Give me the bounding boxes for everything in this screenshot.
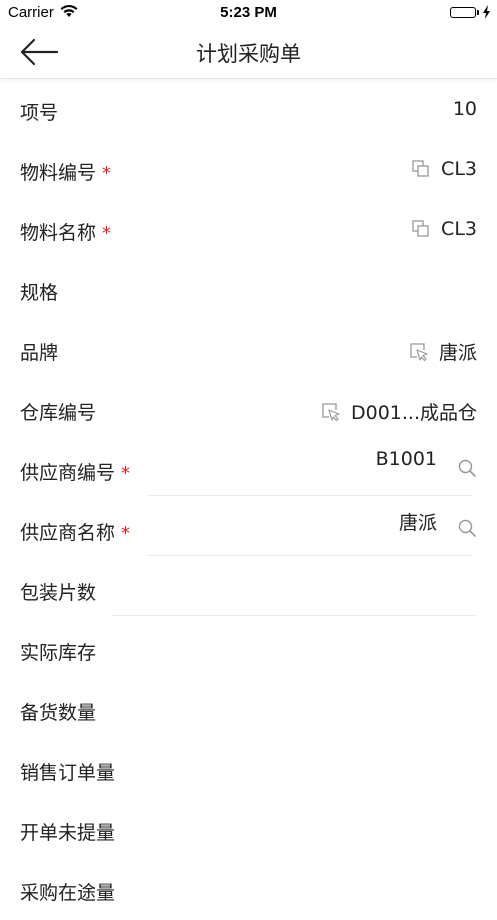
field-label: 供应商编号 * bbox=[20, 462, 131, 484]
input-underline bbox=[147, 495, 472, 496]
page-title: 计划采购单 bbox=[196, 42, 301, 66]
form-row-supplier-code: 供应商编号 * B1001 bbox=[0, 440, 497, 500]
form-row-warehouse-code[interactable]: 仓库编号 D001...成品仓 bbox=[0, 380, 497, 440]
field-label: 物料名称 * bbox=[20, 222, 112, 244]
field-label: 实际库存 bbox=[20, 642, 97, 664]
status-time: 5:23 PM bbox=[220, 4, 277, 21]
brand-selector[interactable]: 唐派 bbox=[409, 338, 477, 365]
warehouse-selector[interactable]: D001...成品仓 bbox=[321, 398, 477, 425]
required-mark: * bbox=[102, 163, 112, 184]
search-icon[interactable] bbox=[457, 518, 477, 538]
form-row-actual-stock: 实际库存 bbox=[0, 620, 497, 680]
form-row-pieces-per-pack: 包装片数 bbox=[0, 560, 497, 620]
field-label: 项号物料编号* bbox=[20, 162, 112, 184]
field-label: 项号 bbox=[20, 102, 59, 124]
pieces-per-pack-input[interactable] bbox=[112, 615, 477, 616]
status-bar: Carrier 5:23 PM bbox=[0, 0, 497, 26]
material-code-value[interactable]: CL3 bbox=[411, 158, 477, 180]
navigation-bar: 计划采购单 bbox=[0, 26, 497, 79]
required-mark: * bbox=[121, 463, 131, 484]
form-row-sales-order-qty: 销售订单量 bbox=[0, 740, 497, 800]
select-pointer-icon bbox=[409, 342, 429, 362]
material-name-value[interactable]: CL3 bbox=[411, 218, 477, 240]
form-row-item-number: 项号 10 bbox=[0, 80, 497, 140]
input-underline bbox=[147, 555, 472, 556]
field-label: 开单未提量 bbox=[20, 822, 116, 844]
form-row-unpicked-qty: 开单未提量 bbox=[0, 800, 497, 860]
item-number-value: 10 bbox=[452, 98, 477, 120]
form-row-purchase-in-transit: 采购在途量 bbox=[0, 860, 497, 920]
form-row-supplier-name: 供应商名称 * 唐派 bbox=[0, 500, 497, 560]
form-row-brand[interactable]: 品牌 唐派 bbox=[0, 320, 497, 380]
field-label: 采购在途量 bbox=[20, 882, 116, 904]
copy-icon[interactable] bbox=[411, 159, 431, 179]
field-label: 销售订单量 bbox=[20, 762, 116, 784]
supplier-code-input[interactable]: B1001 bbox=[376, 448, 437, 470]
field-label: 备货数量 bbox=[20, 702, 97, 724]
supplier-name-input[interactable]: 唐派 bbox=[399, 508, 437, 535]
form-row-stock-quantity: 备货数量 bbox=[0, 680, 497, 740]
field-label: 规格 bbox=[20, 282, 59, 304]
battery-icon bbox=[450, 5, 491, 19]
field-label: 品牌 bbox=[20, 342, 59, 364]
charging-icon bbox=[483, 5, 490, 19]
form-row-material-code[interactable]: 项号物料编号* CL3 bbox=[0, 140, 497, 200]
copy-icon[interactable] bbox=[411, 219, 431, 239]
field-label: 仓库编号 bbox=[20, 402, 97, 424]
field-label: 包装片数 bbox=[20, 582, 97, 604]
select-pointer-icon bbox=[321, 402, 341, 422]
required-mark: * bbox=[121, 523, 131, 544]
form-row-material-name[interactable]: 物料名称 * CL3 bbox=[0, 200, 497, 260]
search-icon[interactable] bbox=[457, 458, 477, 478]
form-row-spec: 规格 bbox=[0, 260, 497, 320]
required-mark: * bbox=[102, 223, 112, 244]
field-label: 供应商名称 * bbox=[20, 522, 131, 544]
